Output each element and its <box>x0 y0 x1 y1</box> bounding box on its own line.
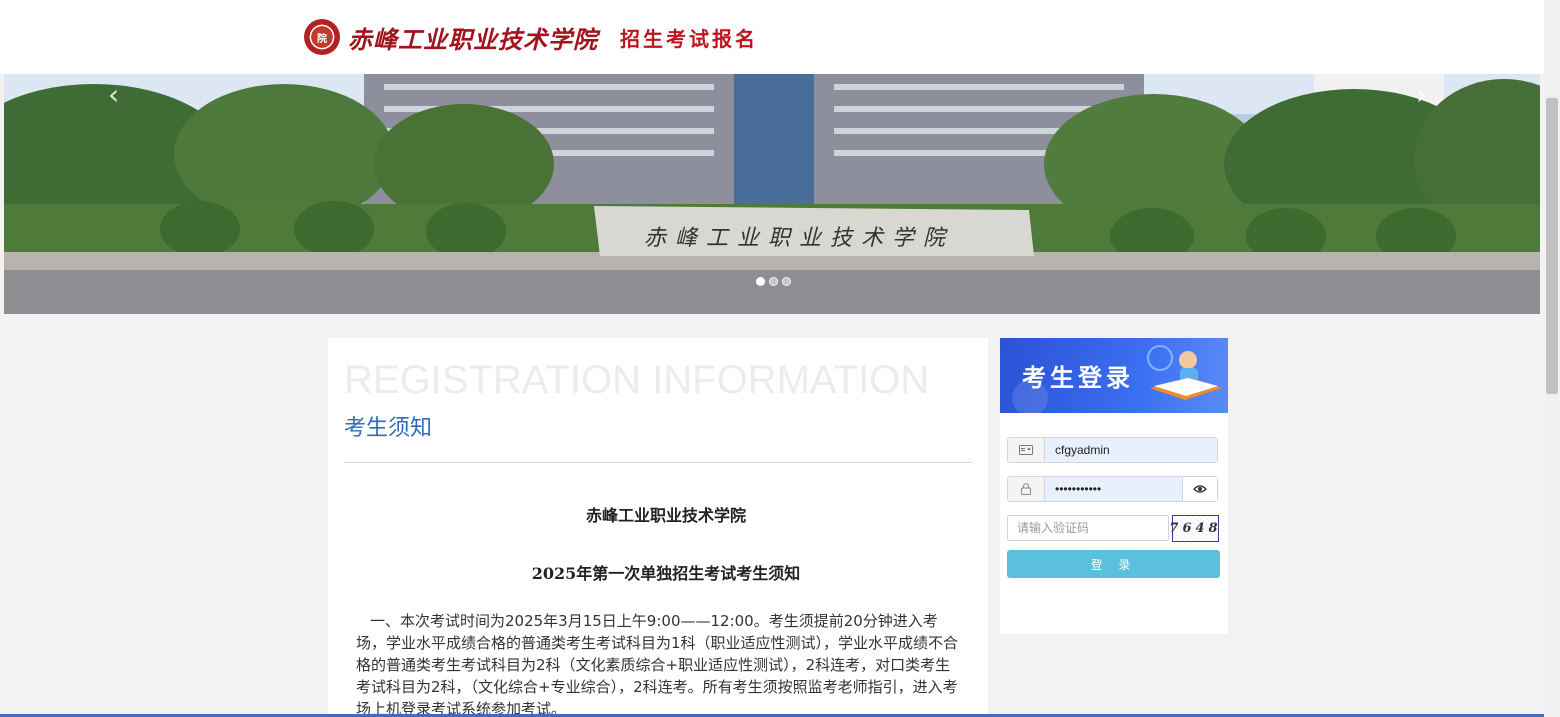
notice-title: 考生须知 <box>344 416 433 441</box>
divider <box>344 462 972 463</box>
document-heading: 2025年第一次单独招生考试考生须知 <box>531 564 801 583</box>
login-panel: 考生登录 cfgyadmin ••••••••••• 7648 登 录 <box>1000 338 1228 634</box>
notice-panel: REGISTRATION INFORMATION 考生须知 赤峰工业职业技术学院… <box>328 338 988 717</box>
username-input[interactable]: cfgyadmin <box>1045 438 1217 462</box>
school-name: 赤峰工业职业技术学院 <box>348 24 598 54</box>
username-field[interactable]: cfgyadmin <box>1007 437 1218 463</box>
login-button[interactable]: 登 录 <box>1007 550 1220 578</box>
eye-icon[interactable] <box>1182 477 1217 501</box>
carousel-dot-1[interactable] <box>756 277 765 286</box>
lock-icon <box>1008 477 1045 501</box>
logo[interactable]: 院 赤峰工业职业技术学院 招生考试报名 <box>304 17 758 57</box>
section-watermark: REGISTRATION INFORMATION <box>344 358 930 402</box>
chevron-left-icon[interactable]: ‹ <box>108 78 119 111</box>
seal-text: 院 <box>317 33 327 45</box>
page-scrollbar[interactable] <box>1544 0 1560 717</box>
system-name: 招生考试报名 <box>620 26 758 51</box>
document-paragraph: 一、本次考试时间为2025年3月15日上午9:00——12:00。考生须提前20… <box>356 612 959 717</box>
document-school-name: 赤峰工业职业技术学院 <box>585 506 746 525</box>
school-seal-icon: 院 <box>304 19 340 55</box>
captcha-image[interactable]: 7648 <box>1169 515 1219 542</box>
password-field[interactable]: ••••••••••• <box>1007 476 1218 502</box>
carousel-dot-2[interactable] <box>769 277 778 286</box>
id-card-icon <box>1008 438 1045 462</box>
scrollbar-thumb[interactable] <box>1546 98 1558 394</box>
site-header: 院 赤峰工业职业技术学院 招生考试报名 <box>0 0 1544 74</box>
carousel-dot-3[interactable] <box>782 277 791 286</box>
chevron-right-icon[interactable]: › <box>1416 78 1427 111</box>
captcha-input[interactable] <box>1007 515 1169 541</box>
login-title: 考生登录 <box>1022 364 1134 392</box>
password-input[interactable]: ••••••••••• <box>1045 477 1182 501</box>
campus-banner-carousel: 赤峰工业职业技术学院 ‹ › <box>4 74 1540 314</box>
login-banner: 考生登录 <box>1000 338 1228 413</box>
carousel-indicators <box>756 277 791 286</box>
stone-inscription: 赤峰工业职业技术学院 <box>644 226 955 251</box>
